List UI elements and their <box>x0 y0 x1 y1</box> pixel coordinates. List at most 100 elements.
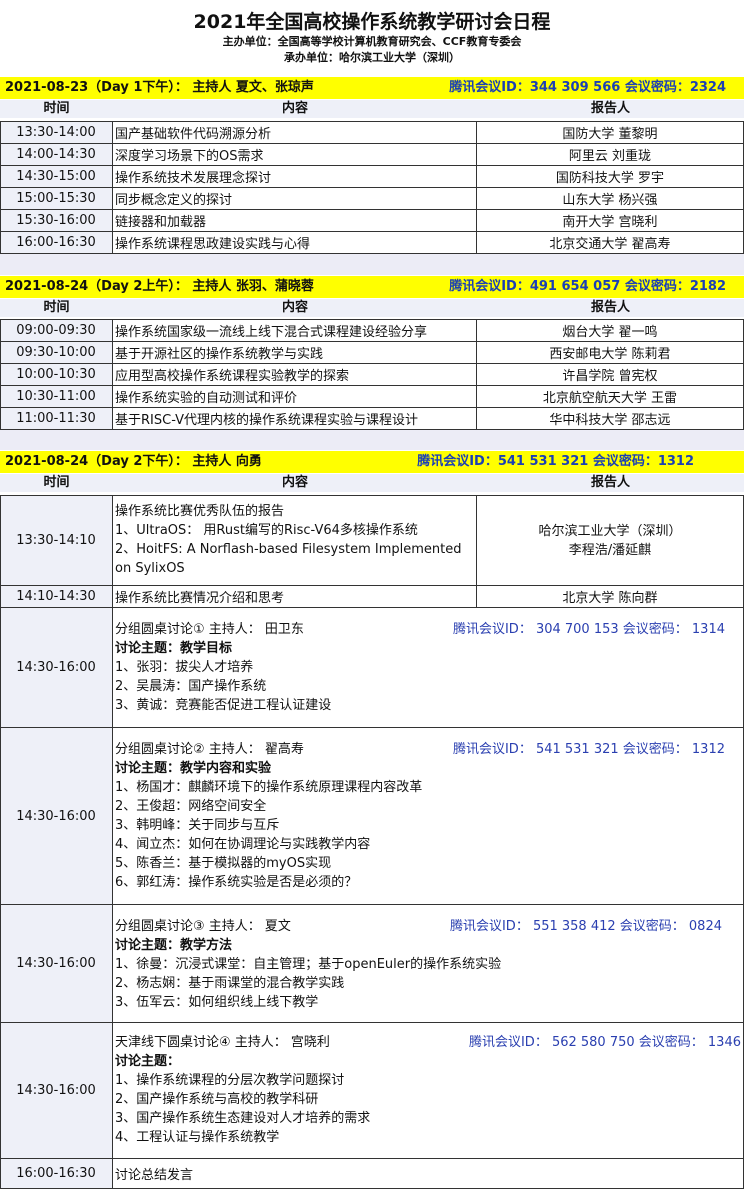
section-gap <box>0 430 744 450</box>
discussion-row: 14:30-16:00 天津线下圆桌讨论④ 主持人： 宫晓利 腾讯会议ID： 5… <box>0 1022 744 1158</box>
discussion-cell: 分组圆桌讨论③ 主持人： 夏文 腾讯会议ID： 551 358 412 会议密码… <box>113 905 744 1022</box>
content-cell: 基于RISC-V代理内核的操作系统课程实验与课程设计 <box>113 408 477 429</box>
discussion-meeting-info: 腾讯会议ID： 541 531 321 会议密码： 1312 <box>452 742 725 757</box>
discussion-item: 1、徐曼：沉浸式课堂：自主管理；基于openEuler的操作系统实验 <box>115 957 502 972</box>
column-header-content: 内容 <box>281 300 308 315</box>
time-cell: 13:30-14:00 <box>0 122 113 143</box>
schedule-header: 2021年全国高校操作系统教学研讨会日程 主办单位：全国高等学校计算机教育研究会… <box>0 0 744 76</box>
speaker-cell: 北京大学 陈向群 <box>477 586 744 607</box>
discussion-item: 3、黄诚：竞赛能否促进工程认证建设 <box>115 698 332 713</box>
discussion-row: 14:30-16:00 分组圆桌讨论② 主持人： 翟高寿 腾讯会议ID： 541… <box>0 727 744 904</box>
speaker-cell: 烟台大学 翟一鸣 <box>477 320 744 341</box>
discussion-cell: 分组圆桌讨论② 主持人： 翟高寿 腾讯会议ID： 541 531 321 会议密… <box>113 728 744 904</box>
discussion-head: 分组圆桌讨论② 主持人： 翟高寿 腾讯会议ID： 541 531 321 会议密… <box>115 740 743 759</box>
content-cell: 应用型高校操作系统课程实验教学的探索 <box>113 364 477 385</box>
discussion-title: 分组圆桌讨论③ 主持人： 夏文 <box>115 919 291 934</box>
speaker-cell: 山东大学 杨兴强 <box>477 188 744 209</box>
discussion-item: 2、王俊超：网络空间安全 <box>115 799 267 814</box>
discussion-item: 2、国产操作系统与高校的教学科研 <box>115 1092 319 1107</box>
discussion-cell: 分组圆桌讨论① 主持人： 田卫东 腾讯会议ID： 304 700 153 会议密… <box>113 608 744 727</box>
content-cell: 链接器和加载器 <box>113 210 477 231</box>
section-bar-day2-afternoon: 2021-08-24（Day 2下午）： 主持人 向勇 腾讯会议ID：541 5… <box>0 451 744 473</box>
section-meeting-info: 腾讯会议ID：344 309 566 会议密码：2324 <box>449 80 726 95</box>
schedule-row: 16:00-16:30 操作系统课程思政建设实践与心得 北京交通大学 翟高寿 <box>0 231 744 253</box>
discussion-meeting-info: 腾讯会议ID： 551 358 412 会议密码： 0824 <box>449 919 722 934</box>
speaker-cell: 北京航空航天大学 王雷 <box>477 386 744 407</box>
time-cell: 14:10-14:30 <box>0 586 113 607</box>
content-line: 2、HoitFS: A Norflash-based Filesystem Im… <box>115 542 462 557</box>
time-cell: 13:30-14:10 <box>0 496 113 585</box>
table-frame <box>0 319 1 430</box>
discussion-title: 分组圆桌讨论② 主持人： 翟高寿 <box>115 742 304 757</box>
schedule-row: 10:00-10:30 应用型高校操作系统课程实验教学的探索 许昌学院 曾宪权 <box>0 363 744 385</box>
schedule-row: 13:30-14:00 国产基础软件代码溯源分析 国防大学 董黎明 <box>0 121 744 143</box>
schedule-row: 14:10-14:30 操作系统比赛情况介绍和思考 北京大学 陈向群 <box>0 585 744 607</box>
content-cell: 深度学习场景下的OS需求 <box>113 144 477 165</box>
discussion-item: 4、工程认证与操作系统教学 <box>115 1130 280 1145</box>
content-cell: 国产基础软件代码溯源分析 <box>113 122 477 143</box>
discussion-topic: 讨论主题：教学内容和实验 <box>115 761 272 776</box>
discussion-meeting-info: 腾讯会议ID： 562 580 750 会议密码： 1346 <box>468 1035 741 1050</box>
column-header-speaker: 报告人 <box>590 300 630 315</box>
discussion-item: 1、张羽：拔尖人才培养 <box>115 660 254 675</box>
time-cell: 10:30-11:00 <box>0 386 113 407</box>
section-meeting-info: 腾讯会议ID：491 654 057 会议密码：2182 <box>449 279 726 294</box>
time-cell: 11:00-11:30 <box>0 408 113 429</box>
column-header-time: 时间 <box>43 300 70 315</box>
speaker-cell: 国防大学 董黎明 <box>477 122 744 143</box>
discussion-item: 2、吴晨涛：国产操作系统 <box>115 679 267 694</box>
speaker-cell: 北京交通大学 翟高寿 <box>477 232 744 253</box>
content-cell: 操作系统实验的自动测试和评价 <box>113 386 477 407</box>
discussion-item: 3、国产操作系统生态建设对人才培养的需求 <box>115 1111 371 1126</box>
discussion-title: 天津线下圆桌讨论④ 主持人： 宫晓利 <box>115 1035 330 1050</box>
speaker-cell: 许昌学院 曾宪权 <box>477 364 744 385</box>
time-cell: 14:30-16:00 <box>0 905 113 1022</box>
schedule-row: 13:30-14:10 操作系统比赛优秀队伍的报告 1、UltraOS： 用Ru… <box>0 495 744 585</box>
schedule-row: 16:00-16:30 讨论总结发言 <box>0 1158 744 1188</box>
column-header-time: 时间 <box>43 101 70 116</box>
discussion-item: 5、陈香兰：基于模拟器的myOS实现 <box>115 856 332 871</box>
content-cell: 讨论总结发言 <box>113 1159 744 1188</box>
speaker-cell: 南开大学 宫晓利 <box>477 210 744 231</box>
time-cell: 10:00-10:30 <box>0 364 113 385</box>
schedule-row: 14:30-15:00 操作系统技术发展理念探讨 国防科技大学 罗宇 <box>0 165 744 187</box>
section-title: 2021-08-24（Day 2下午）： 主持人 向勇 <box>5 454 262 469</box>
speaker-line: 李程浩/潘延麒 <box>568 542 652 558</box>
discussion-title: 分组圆桌讨论① 主持人： 田卫东 <box>115 622 304 637</box>
discussion-item: 1、杨国才：麒麟环境下的操作系统原理课程内容改革 <box>115 780 423 795</box>
table-frame <box>0 495 1 1189</box>
content-cell: 操作系统技术发展理念探讨 <box>113 166 477 187</box>
schedule-row: 09:30-10:00 基于开源社区的操作系统教学与实践 西安邮电大学 陈莉君 <box>0 341 744 363</box>
discussion-item: 4、闻立杰：如何在协调理论与实践教学内容 <box>115 837 371 852</box>
section-title: 2021-08-24（Day 2上午）： 主持人 张羽、蒲晓蓉 <box>5 279 314 294</box>
time-cell: 14:30-16:00 <box>0 728 113 904</box>
time-cell: 16:00-16:30 <box>0 232 113 253</box>
discussion-meeting-info: 腾讯会议ID： 304 700 153 会议密码： 1314 <box>452 622 725 637</box>
discussion-topic: 讨论主题：教学目标 <box>115 641 233 656</box>
content-cell: 基于开源社区的操作系统教学与实践 <box>113 342 477 363</box>
time-cell: 14:00-14:30 <box>0 144 113 165</box>
schedule-row: 10:30-11:00 操作系统实验的自动测试和评价 北京航空航天大学 王雷 <box>0 385 744 407</box>
host-line: 承办单位：哈尔滨工业大学（深圳） <box>284 51 460 64</box>
section-bar-day1-afternoon: 2021-08-23（Day 1下午）： 主持人 夏文、张琼声 腾讯会议ID：3… <box>0 77 744 99</box>
schedule-row: 15:30-16:00 链接器和加载器 南开大学 宫晓利 <box>0 209 744 231</box>
section-meeting-info: 腾讯会议ID：541 531 321 会议密码：1312 <box>417 454 694 469</box>
column-header-row: 时间 内容 报告人 <box>0 474 744 492</box>
time-cell: 14:30-16:00 <box>0 1023 113 1158</box>
time-cell: 14:30-15:00 <box>0 166 113 187</box>
speaker-cell: 哈尔滨工业大学（深圳） 李程浩/潘延麒 <box>477 496 744 585</box>
discussion-head: 分组圆桌讨论① 主持人： 田卫东 腾讯会议ID： 304 700 153 会议密… <box>115 620 743 639</box>
speaker-line: 哈尔滨工业大学（深圳） <box>538 523 682 539</box>
discussion-topic: 讨论主题：教学方法 <box>115 938 233 953</box>
section-title: 2021-08-23（Day 1下午）： 主持人 夏文、张琼声 <box>5 80 314 95</box>
time-cell: 14:30-16:00 <box>0 608 113 727</box>
page-title: 2021年全国高校操作系统教学研讨会日程 <box>193 11 551 33</box>
speaker-cell: 阿里云 刘重珑 <box>477 144 744 165</box>
content-line: on SylixOS <box>115 561 185 576</box>
schedule-row: 15:00-15:30 同步概念定义的探讨 山东大学 杨兴强 <box>0 187 744 209</box>
discussion-head: 分组圆桌讨论③ 主持人： 夏文 腾讯会议ID： 551 358 412 会议密码… <box>115 917 743 936</box>
time-cell: 15:30-16:00 <box>0 210 113 231</box>
discussion-row: 14:30-16:00 分组圆桌讨论③ 主持人： 夏文 腾讯会议ID： 551 … <box>0 904 744 1022</box>
discussion-item: 3、韩明峰：关于同步与互斥 <box>115 818 280 833</box>
section-bar-day2-morning: 2021-08-24（Day 2上午）： 主持人 张羽、蒲晓蓉 腾讯会议ID：4… <box>0 276 744 298</box>
